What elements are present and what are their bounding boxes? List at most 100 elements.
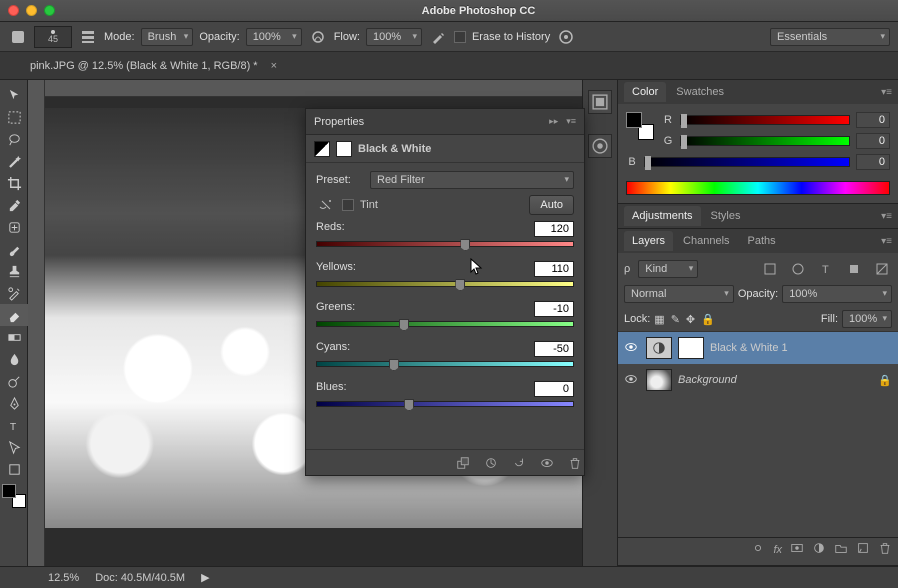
character-panel-icon[interactable] — [588, 134, 612, 158]
flow-input[interactable]: 100% — [366, 28, 422, 46]
layer-mask-thumb[interactable] — [678, 337, 704, 359]
tab-layers[interactable]: Layers — [624, 231, 673, 251]
clip-to-layer-icon[interactable] — [454, 454, 472, 472]
layer-name[interactable]: Black & White 1 — [710, 342, 892, 354]
new-layer-icon[interactable] — [856, 541, 870, 558]
preset-dropdown[interactable]: Red Filter — [370, 171, 574, 189]
filter-pixel-icon[interactable] — [760, 259, 780, 279]
mask-icon[interactable] — [790, 541, 804, 558]
zoom-window-button[interactable] — [44, 5, 55, 16]
color-slider[interactable] — [316, 241, 574, 247]
tab-adjustments[interactable]: Adjustments — [624, 206, 701, 226]
targeted-adjust-icon[interactable] — [316, 195, 336, 215]
color-spectrum[interactable] — [626, 181, 890, 195]
fg-color-swatch[interactable] — [626, 112, 642, 128]
visibility-icon[interactable] — [538, 454, 556, 472]
foreground-background-swatch[interactable] — [2, 484, 26, 508]
visibility-icon[interactable] — [624, 340, 640, 357]
doc-info[interactable]: Doc: 40.5M/40.5M — [95, 572, 185, 584]
layer-thumb[interactable] — [646, 369, 672, 391]
view-previous-icon[interactable] — [482, 454, 500, 472]
channel-slider[interactable] — [644, 157, 850, 167]
path-select-tool[interactable] — [0, 436, 28, 458]
layer-fill-input[interactable]: 100% — [842, 310, 892, 328]
color-slider[interactable] — [316, 361, 574, 367]
lock-transparent-icon[interactable]: ▦ — [654, 313, 664, 326]
brush-preset-picker[interactable]: 45 — [34, 26, 72, 48]
mask-icon[interactable] — [336, 141, 352, 157]
filter-shape-icon[interactable] — [844, 259, 864, 279]
blend-mode-dropdown[interactable]: Normal — [624, 285, 734, 303]
history-panel-icon[interactable] — [588, 90, 612, 114]
layer-filter-dropdown[interactable]: Kind — [638, 260, 698, 278]
layer-row[interactable]: Background 🔒 — [618, 364, 898, 396]
slider-value-input[interactable] — [534, 221, 574, 237]
trash-icon[interactable] — [878, 541, 892, 558]
mode-dropdown[interactable]: Brush — [141, 28, 194, 46]
slider-value-input[interactable] — [534, 381, 574, 397]
panel-menu-icon[interactable]: ▾≡ — [566, 116, 576, 127]
pressure-opacity-icon[interactable] — [308, 27, 328, 47]
ps-home-icon[interactable] — [8, 27, 28, 47]
status-arrow-icon[interactable]: ▶ — [201, 571, 209, 584]
group-icon[interactable] — [834, 541, 848, 558]
opacity-input[interactable]: 100% — [246, 28, 302, 46]
collapse-icon[interactable]: ▸▸ — [549, 116, 558, 127]
tab-close-icon[interactable]: × — [271, 60, 277, 72]
history-brush-tool[interactable] — [0, 282, 28, 304]
panel-menu-icon[interactable]: ▾≡ — [881, 236, 892, 247]
tab-channels[interactable]: Channels — [675, 231, 737, 251]
lock-all-icon[interactable]: 🔒 — [701, 313, 715, 326]
channel-value-input[interactable] — [856, 133, 890, 149]
stamp-tool[interactable] — [0, 260, 28, 282]
crop-tool[interactable] — [0, 172, 28, 194]
slider-value-input[interactable] — [534, 301, 574, 317]
lasso-tool[interactable] — [0, 128, 28, 150]
layer-name[interactable]: Background — [678, 374, 872, 386]
tint-checkbox[interactable] — [342, 199, 354, 211]
eyedropper-tool[interactable] — [0, 194, 28, 216]
visibility-icon[interactable] — [624, 372, 640, 389]
airbrush-icon[interactable] — [428, 27, 448, 47]
eraser-tool[interactable] — [0, 304, 28, 326]
fx-icon[interactable]: fx — [773, 544, 782, 556]
erase-history-checkbox[interactable] — [454, 31, 466, 43]
trash-icon[interactable] — [566, 454, 584, 472]
reset-icon[interactable] — [510, 454, 528, 472]
adjustment-layer-icon[interactable] — [812, 541, 826, 558]
layer-opacity-input[interactable]: 100% — [782, 285, 892, 303]
channel-value-input[interactable] — [856, 154, 890, 170]
filter-smart-icon[interactable] — [872, 259, 892, 279]
brush-panel-icon[interactable] — [78, 27, 98, 47]
slider-value-input[interactable] — [534, 261, 574, 277]
lock-pixels-icon[interactable]: ✎ — [671, 313, 680, 326]
color-slider[interactable] — [316, 281, 574, 287]
layer-row[interactable]: Black & White 1 — [618, 332, 898, 364]
panel-menu-icon[interactable]: ▾≡ — [881, 211, 892, 222]
channel-value-input[interactable] — [856, 112, 890, 128]
workspace-switcher[interactable]: Essentials — [770, 28, 890, 46]
channel-slider[interactable] — [680, 136, 850, 146]
zoom-level[interactable]: 12.5% — [48, 572, 79, 584]
layer-thumb[interactable] — [646, 337, 672, 359]
heal-tool[interactable] — [0, 216, 28, 238]
tab-color[interactable]: Color — [624, 82, 666, 102]
tab-paths[interactable]: Paths — [740, 231, 784, 251]
minimize-window-button[interactable] — [26, 5, 37, 16]
gradient-tool[interactable] — [0, 326, 28, 348]
move-tool[interactable] — [0, 84, 28, 106]
marquee-tool[interactable] — [0, 106, 28, 128]
brush-tool[interactable] — [0, 238, 28, 260]
wand-tool[interactable] — [0, 150, 28, 172]
slider-value-input[interactable] — [534, 341, 574, 357]
shape-tool[interactable] — [0, 458, 28, 480]
auto-button[interactable]: Auto — [529, 195, 574, 215]
tab-styles[interactable]: Styles — [703, 206, 749, 226]
panel-menu-icon[interactable]: ▾≡ — [881, 87, 892, 98]
color-slider[interactable] — [316, 401, 574, 407]
color-slider[interactable] — [316, 321, 574, 327]
blur-tool[interactable] — [0, 348, 28, 370]
type-tool[interactable]: T — [0, 414, 28, 436]
tab-swatches[interactable]: Swatches — [668, 82, 732, 102]
link-layers-icon[interactable] — [751, 541, 765, 558]
